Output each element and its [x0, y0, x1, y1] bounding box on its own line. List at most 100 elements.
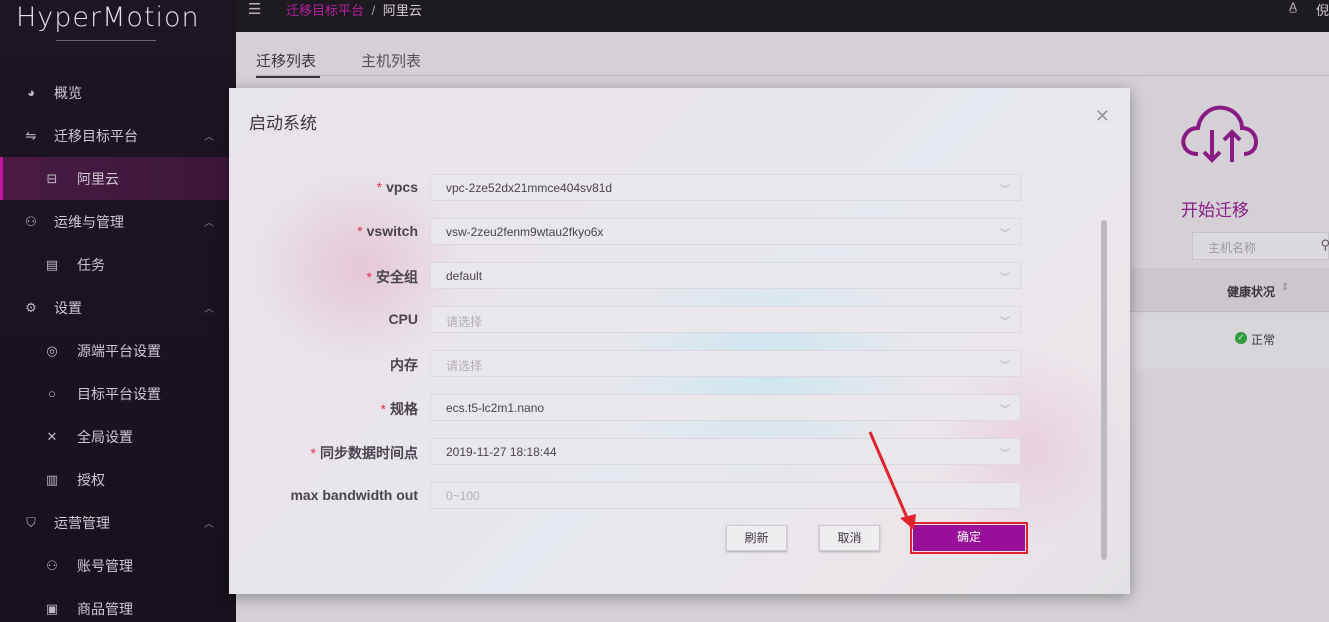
chevron-up-icon[interactable]: ︿: [204, 515, 214, 530]
field-label-text: vpcs: [386, 179, 418, 195]
select-field[interactable]: ecs.t5-lc2m1.nano ﹀: [430, 394, 1021, 421]
required-marker: *: [357, 223, 363, 239]
sidebar-item-11[interactable]: ⚇ 账号管理: [0, 544, 236, 587]
breadcrumb: 迁移目标平台 / 阿里云: [286, 0, 422, 19]
chevron-down-icon[interactable]: ﹀: [1000, 181, 1010, 196]
chevron-down-icon[interactable]: ﹀: [1000, 401, 1010, 416]
form-row: * 规格 ecs.t5-lc2m1.nano ﹀: [229, 394, 1089, 421]
select-field[interactable]: vpc-2ze52dx21mmce404sv81d ﹀: [430, 174, 1021, 201]
chevron-down-icon[interactable]: ﹀: [1000, 269, 1010, 284]
sidebar-item-6[interactable]: ◎ 源端平台设置: [0, 329, 236, 372]
cloud-upload-icon[interactable]: [1176, 102, 1260, 172]
sidebar-item-9[interactable]: ▥ 授权: [0, 458, 236, 501]
select-field[interactable]: vsw-2zeu2fenm9wtau2fkyo6x ﹀: [430, 218, 1021, 245]
breadcrumb-item-platform[interactable]: 迁移目标平台: [286, 3, 364, 18]
chevron-up-icon[interactable]: ︿: [204, 128, 214, 143]
field-label: * 同步数据时间点: [311, 443, 418, 463]
start-migrate-label[interactable]: 开始迁移: [1181, 196, 1249, 221]
select-field[interactable]: 2019-11-27 18:18:44 ﹀: [430, 438, 1021, 465]
account-icon: ⚇: [46, 557, 58, 573]
sidebar-item-3[interactable]: ⚇ 运维与管理 ︿: [0, 200, 236, 243]
input-field[interactable]: 0~100: [430, 482, 1021, 509]
breadcrumb-item-aliyun: 阿里云: [382, 3, 422, 18]
sidebar-item-label: 账号管理: [77, 557, 133, 574]
sort-icon[interactable]: ⇕: [1281, 282, 1289, 293]
sidebar-item-label: 商品管理: [77, 600, 133, 617]
chevron-down-icon[interactable]: ﹀: [1000, 225, 1010, 240]
sidebar-item-label: 源端平台设置: [77, 342, 161, 359]
field-value: vpc-2ze52dx21mmce404sv81d: [446, 181, 613, 195]
chevron-up-icon[interactable]: ︿: [204, 214, 214, 229]
field-label: * 安全组: [367, 267, 418, 287]
sidebar-item-10[interactable]: ⛉ 运营管理 ︿: [0, 501, 236, 544]
host-search-input[interactable]: 主机名称 ⚲: [1192, 232, 1329, 260]
sidebar-item-label: 授权: [77, 471, 105, 488]
select-field[interactable]: default ﹀: [430, 262, 1021, 289]
required-marker: *: [310, 445, 316, 461]
column-health-status[interactable]: 健康状况: [1227, 283, 1275, 300]
language-icon[interactable]: A̲: [1289, 0, 1297, 14]
sidebar: HyperMotion ◕ 概览 ⇋ 迁移目标平台 ︿ ⊟ 阿里云 ⚇ 运维与管理 ︿ ▤ 任务 ⚙ 设置…: [0, 0, 236, 622]
sidebar-item-label: 阿里云: [77, 170, 119, 187]
field-label-text: vswitch: [366, 223, 418, 239]
close-icon[interactable]: ✕: [1095, 106, 1110, 127]
search-placeholder: 主机名称: [1208, 241, 1257, 255]
sidebar-item-label: 目标平台设置: [77, 385, 161, 402]
check-circle-icon: ✓: [1235, 332, 1247, 344]
user-icon: ⚇: [25, 213, 37, 229]
logo-divider: [56, 40, 156, 41]
sidebar-item-12[interactable]: ▣ 商品管理: [0, 587, 236, 622]
sidebar-item-0[interactable]: ◕ 概览: [0, 71, 236, 114]
shield-icon: ⛉: [26, 514, 36, 530]
sidebar-item-2[interactable]: ⊟ 阿里云: [0, 157, 236, 200]
form-row: CPU 请选择 ﹀: [229, 306, 1089, 333]
field-value: vsw-2zeu2fenm9wtau2fkyo6x: [446, 225, 604, 239]
field-label: 内存: [390, 355, 418, 375]
folder-icon: ⊟: [46, 170, 58, 186]
sidebar-item-8[interactable]: ✕ 全局设置: [0, 415, 236, 458]
search-icon[interactable]: ⚲: [1320, 237, 1329, 253]
field-label: CPU: [388, 311, 418, 327]
chevron-down-icon[interactable]: ﹀: [1000, 357, 1010, 372]
required-marker: *: [366, 269, 372, 285]
chevron-down-icon[interactable]: ﹀: [1000, 445, 1010, 460]
menu-toggle-icon[interactable]: ☰: [248, 0, 261, 18]
confirm-button[interactable]: 确定: [910, 522, 1028, 554]
dialog-title: 启动系统: [249, 114, 317, 133]
field-label-text: CPU: [388, 311, 418, 327]
top-header: ☰ 迁移目标平台 / 阿里云 A̲ 倪: [236, 0, 1329, 32]
breadcrumb-separator: /: [371, 3, 376, 18]
required-marker: *: [380, 401, 386, 417]
sidebar-item-label: 运维与管理: [54, 213, 124, 230]
sidebar-item-label: 迁移目标平台: [54, 127, 138, 144]
sidebar-item-1[interactable]: ⇋ 迁移目标平台 ︿: [0, 114, 236, 157]
field-placeholder: 0~100: [446, 489, 480, 503]
chevron-up-icon[interactable]: ︿: [204, 300, 214, 315]
chevron-down-icon[interactable]: ﹀: [1000, 313, 1010, 328]
scrollbar-thumb[interactable]: [1101, 220, 1107, 560]
field-label-text: 规格: [390, 401, 418, 417]
tab-host-list[interactable]: 主机列表: [361, 50, 421, 71]
field-value: default: [446, 269, 483, 283]
form-row: max bandwidth out 0~100: [229, 482, 1089, 509]
field-label-text: max bandwidth out: [290, 487, 418, 503]
field-label: * 规格: [381, 399, 418, 419]
select-field[interactable]: 请选择 ﹀: [430, 306, 1021, 333]
sidebar-item-7[interactable]: ○ 目标平台设置: [0, 372, 236, 415]
field-value: 2019-11-27 18:18:44: [446, 445, 557, 459]
tab-bar: 迁移列表 主机列表: [256, 46, 1329, 78]
form-row: 内存 请选择 ﹀: [229, 350, 1089, 377]
refresh-button[interactable]: 刷新: [726, 525, 787, 551]
field-label: * vpcs: [377, 179, 418, 195]
sidebar-item-5[interactable]: ⚙ 设置 ︿: [0, 286, 236, 329]
sidebar-item-4[interactable]: ▤ 任务: [0, 243, 236, 286]
field-placeholder: 请选择: [446, 315, 483, 329]
dialog-scrollbar[interactable]: [1100, 154, 1108, 564]
select-field[interactable]: 请选择 ﹀: [430, 350, 1021, 377]
barcode-icon: ▥: [45, 471, 59, 487]
sidebar-item-label: 设置: [54, 299, 82, 316]
user-name[interactable]: 倪: [1316, 0, 1329, 19]
tab-migration-list[interactable]: 迁移列表: [256, 50, 321, 78]
form-row: * vpcs vpc-2ze52dx21mmce404sv81d ﹀: [229, 174, 1089, 201]
gear-icon: ⚙: [25, 299, 37, 315]
